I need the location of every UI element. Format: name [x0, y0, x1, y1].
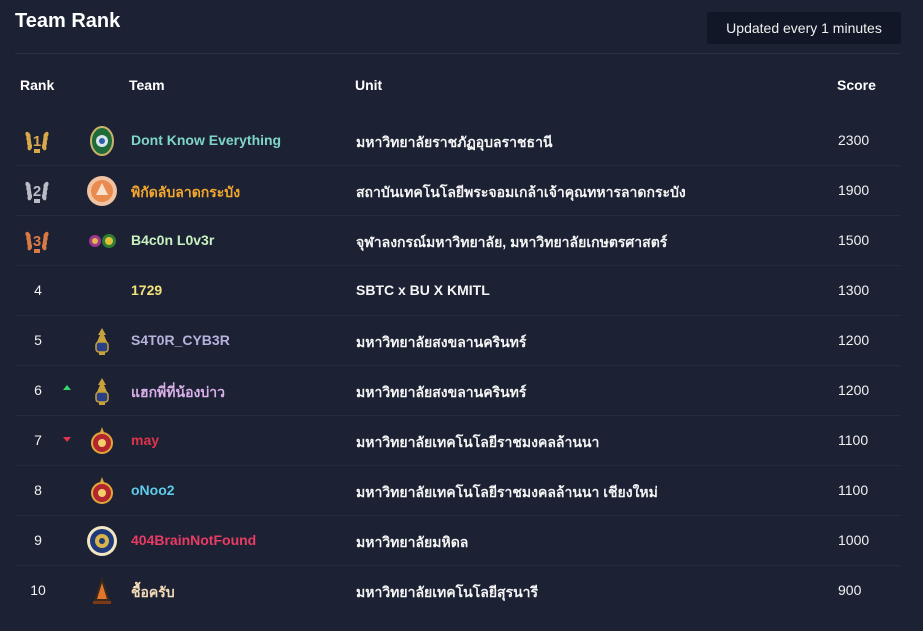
rank-up-arrow-icon [63, 385, 71, 390]
rank-table: 1 Dont Know Everything มหาวิทยาลัยราชภัฏอุ… [15, 116, 901, 616]
rank-down-arrow-icon [63, 437, 71, 442]
team-name-link[interactable]: ชื้อครับ [131, 582, 175, 604]
team-unit: มหาวิทยาลัยราชภัฏอุบลราชธานี [356, 134, 553, 150]
team-name-link[interactable]: พิกัดลับลาดกระบัง [131, 182, 240, 204]
team-name-link[interactable]: 1729 [131, 282, 162, 298]
team-score: 1500 [838, 232, 870, 248]
university-seal-blue-gold-icon [86, 325, 118, 357]
medal-rank-number: 3 [33, 233, 41, 250]
university-seal-orange-icon [86, 175, 118, 207]
team-score: 900 [838, 582, 862, 598]
team-name-link[interactable]: 404BrainNotFound [131, 532, 256, 548]
update-interval-badge: Updated every 1 minutes [707, 12, 901, 44]
page-title: Team Rank [15, 10, 121, 32]
team-score: 1300 [838, 282, 870, 298]
table-row: 3 B4c0n L0v3r จุฬาลงกรณ์มหาวิทยาลัย, มหาวิ… [15, 216, 901, 266]
column-header-rank: Rank [20, 77, 55, 93]
team-unit: มหาวิทยาลัยเทคโนโลยีราชมงคลล้านนา [356, 434, 600, 450]
medal-rank-number: 1 [33, 133, 41, 150]
team-unit: มหาวิทยาลัยมหิดล [356, 534, 469, 550]
team-name-link[interactable]: oNoo2 [131, 482, 175, 498]
medal-rank-number: 2 [33, 183, 41, 200]
table-row: 4 1729 SBTC x BU X KMITL 1300 [15, 266, 901, 316]
table-row: 8 oNoo2 มหาวิทยาลัยเทคโนโลยีราชมงคลล้านนา … [15, 466, 901, 516]
rank-number: 6 [34, 382, 42, 398]
team-unit: สถาบันเทคโนโลยีพระจอมเกล้าเจ้าคุณทหารลาด… [356, 184, 686, 200]
gold-medal-icon: 1 [23, 127, 51, 155]
team-score: 1200 [838, 332, 870, 348]
team-score: 1100 [838, 432, 869, 448]
team-unit: มหาวิทยาลัยสงขลานครินทร์ [356, 384, 527, 400]
dual-university-seal-icon [86, 225, 118, 257]
team-score: 1100 [838, 482, 869, 498]
team-name-link[interactable]: B4c0n L0v3r [131, 232, 214, 248]
team-unit: จุฬาลงกรณ์มหาวิทยาลัย, มหาวิทยาลัยเกษตรศ… [356, 234, 668, 250]
team-score: 1900 [838, 182, 870, 198]
table-row: 1 Dont Know Everything มหาวิทยาลัยราชภัฏอุ… [15, 116, 901, 166]
team-unit: มหาวิทยาลัยสงขลานครินทร์ [356, 334, 527, 350]
table-row: 7 may มหาวิทยาลัยเทคโนโลยีราชมงคลล้านนา 110… [15, 416, 901, 466]
table-header: Rank Team Unit Score [0, 70, 923, 100]
rank-number: 5 [34, 332, 42, 348]
bronze-medal-icon: 3 [23, 227, 51, 255]
team-score: 2300 [838, 132, 870, 148]
column-header-score: Score [837, 77, 876, 93]
team-name-link[interactable]: Dont Know Everything [131, 132, 281, 148]
university-seal-red-gold-icon [86, 475, 118, 507]
team-score: 1000 [838, 532, 870, 548]
header-divider [15, 53, 901, 54]
rank-number: 9 [34, 532, 42, 548]
team-unit: SBTC x BU X KMITL [356, 282, 490, 298]
rank-number: 4 [34, 282, 42, 298]
team-name-link[interactable]: S4T0R_CYB3R [131, 332, 230, 348]
table-row: 5 S4T0R_CYB3R มหาวิทยาลัยสงขลานครินทร์ 1200 [15, 316, 901, 366]
rank-number: 10 [30, 582, 46, 598]
team-name-link[interactable]: แฮกพี่ที่น้องบ่าว [131, 382, 225, 404]
team-name-link[interactable]: may [131, 432, 159, 448]
team-unit: มหาวิทยาลัยเทคโนโลยีราชมงคลล้านนา เชียงใ… [356, 484, 658, 500]
column-header-unit: Unit [355, 77, 383, 93]
table-row: 2 พิกัดลับลาดกระบัง สถาบันเทคโนโลยีพระจอมเ… [15, 166, 901, 216]
rank-number: 7 [34, 432, 42, 448]
column-header-team: Team [129, 77, 165, 93]
university-seal-green-icon [86, 125, 118, 157]
table-row: 6 แฮกพี่ที่น้องบ่าว มหาวิทยาลัยสงขลานครินท… [15, 366, 901, 416]
university-seal-red-gold-icon [86, 425, 118, 457]
header: Team Rank Updated every 1 minutes [0, 0, 923, 55]
rank-number: 8 [34, 482, 42, 498]
university-seal-blue-gold-icon [86, 375, 118, 407]
team-unit: มหาวิทยาลัยเทคโนโลยีสุรนารี [356, 584, 539, 600]
university-seal-round-blue-icon [86, 525, 118, 557]
table-row: 10 ชื้อครับ มหาวิทยาลัยเทคโนโลยีสุรนารี 900 [15, 566, 901, 616]
team-score: 1200 [838, 382, 870, 398]
table-row: 9 404BrainNotFound มหาวิทยาลัยมหิดล 1000 [15, 516, 901, 566]
university-seal-dark-orange-icon [86, 575, 118, 607]
silver-medal-icon: 2 [23, 177, 51, 205]
